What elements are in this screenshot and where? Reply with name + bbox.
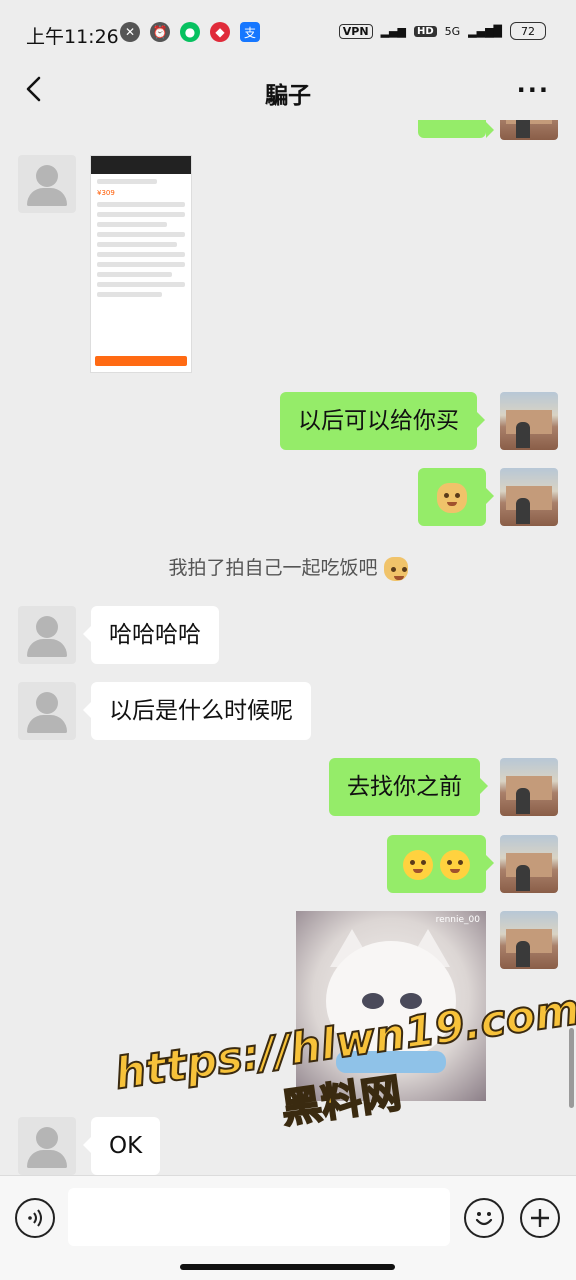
emoji-icon[interactable]	[464, 1198, 504, 1238]
system-message-text: 我拍了拍自己一起吃饭吧	[168, 557, 378, 579]
my-avatar[interactable]	[500, 120, 558, 140]
my-avatar[interactable]	[500, 392, 558, 450]
vpn-badge: VPN	[338, 23, 373, 39]
wechat-icon: ●	[180, 22, 200, 42]
alipay-icon: 支	[240, 22, 260, 42]
pleading-emoji-icon	[403, 849, 433, 880]
contact-avatar[interactable]	[18, 155, 76, 213]
hd-badge: HD	[413, 25, 437, 37]
home-indicator[interactable]	[180, 1264, 395, 1270]
network-label: 5G	[444, 24, 461, 38]
partial-message-bubble[interactable]	[418, 120, 494, 138]
chat-area[interactable]: ¥309 以后可以给你买 我拍了拍自己一起吃饭吧 哈哈哈哈 以后是什么时候呢 去…	[0, 120, 576, 1175]
more-dots-icon[interactable]: ···	[517, 76, 550, 104]
flushed-emoji-icon	[440, 849, 471, 880]
image-watermark-tag: rennie_00	[435, 915, 480, 925]
app-icon: ◆	[210, 22, 230, 42]
shared-screenshot-image[interactable]: ¥309	[90, 155, 192, 373]
my-avatar[interactable]	[500, 758, 558, 816]
my-avatar[interactable]	[500, 835, 558, 893]
doge-emoji-icon	[383, 556, 408, 581]
doge-emoji-icon	[437, 482, 467, 513]
chat-header: 騙子 ···	[0, 62, 576, 120]
status-right: VPN ▂▄▆ HD 5G ▂▄▆█ 72	[338, 22, 546, 40]
scrollbar[interactable]	[569, 1028, 574, 1108]
emoji-message-bubble[interactable]	[418, 468, 494, 526]
notification-icons: ✕ ⏰ ● ◆ 支	[120, 22, 260, 42]
contact-avatar[interactable]	[18, 682, 76, 740]
message-bubble[interactable]: 以后可以给你买	[280, 392, 485, 450]
smiley-face-icon	[475, 1212, 493, 1226]
my-avatar[interactable]	[500, 468, 558, 526]
message-bubble[interactable]: 哈哈哈哈	[83, 606, 219, 664]
input-bar	[0, 1175, 576, 1280]
contact-avatar[interactable]	[18, 1117, 76, 1175]
message-input[interactable]	[68, 1188, 450, 1246]
status-bar: 上午11:26 ✕ ⏰ ● ◆ 支 VPN ▂▄▆ HD 5G ▂▄▆█ 72	[0, 0, 576, 62]
battery-indicator: 72	[510, 22, 546, 40]
plus-icon[interactable]	[520, 1198, 560, 1238]
wifi-signal-icon: ▂▄▆	[380, 24, 406, 38]
message-bubble[interactable]: OK	[82, 1117, 161, 1175]
voice-icon[interactable]	[15, 1198, 55, 1238]
cell-signal-icon: ▂▄▆█	[468, 24, 502, 38]
mute-icon: ✕	[120, 22, 140, 42]
chat-title: 騙子	[265, 83, 311, 109]
thumbnail-price: ¥309	[97, 189, 115, 197]
cat-photo-message[interactable]: rennie_00	[296, 911, 486, 1101]
alarm-icon: ⏰	[150, 22, 170, 42]
message-bubble[interactable]: 去找你之前	[329, 758, 488, 816]
voice-waves-icon	[28, 1209, 42, 1227]
message-bubble[interactable]: 以后是什么时候呢	[83, 682, 311, 740]
contact-avatar[interactable]	[18, 606, 76, 664]
status-time: 上午11:26	[26, 26, 119, 48]
system-pat-message: 我拍了拍自己一起吃饭吧	[0, 553, 576, 581]
my-avatar[interactable]	[500, 911, 558, 969]
emoji-message-bubble[interactable]	[387, 835, 494, 893]
plus-sign-icon	[531, 1209, 549, 1227]
